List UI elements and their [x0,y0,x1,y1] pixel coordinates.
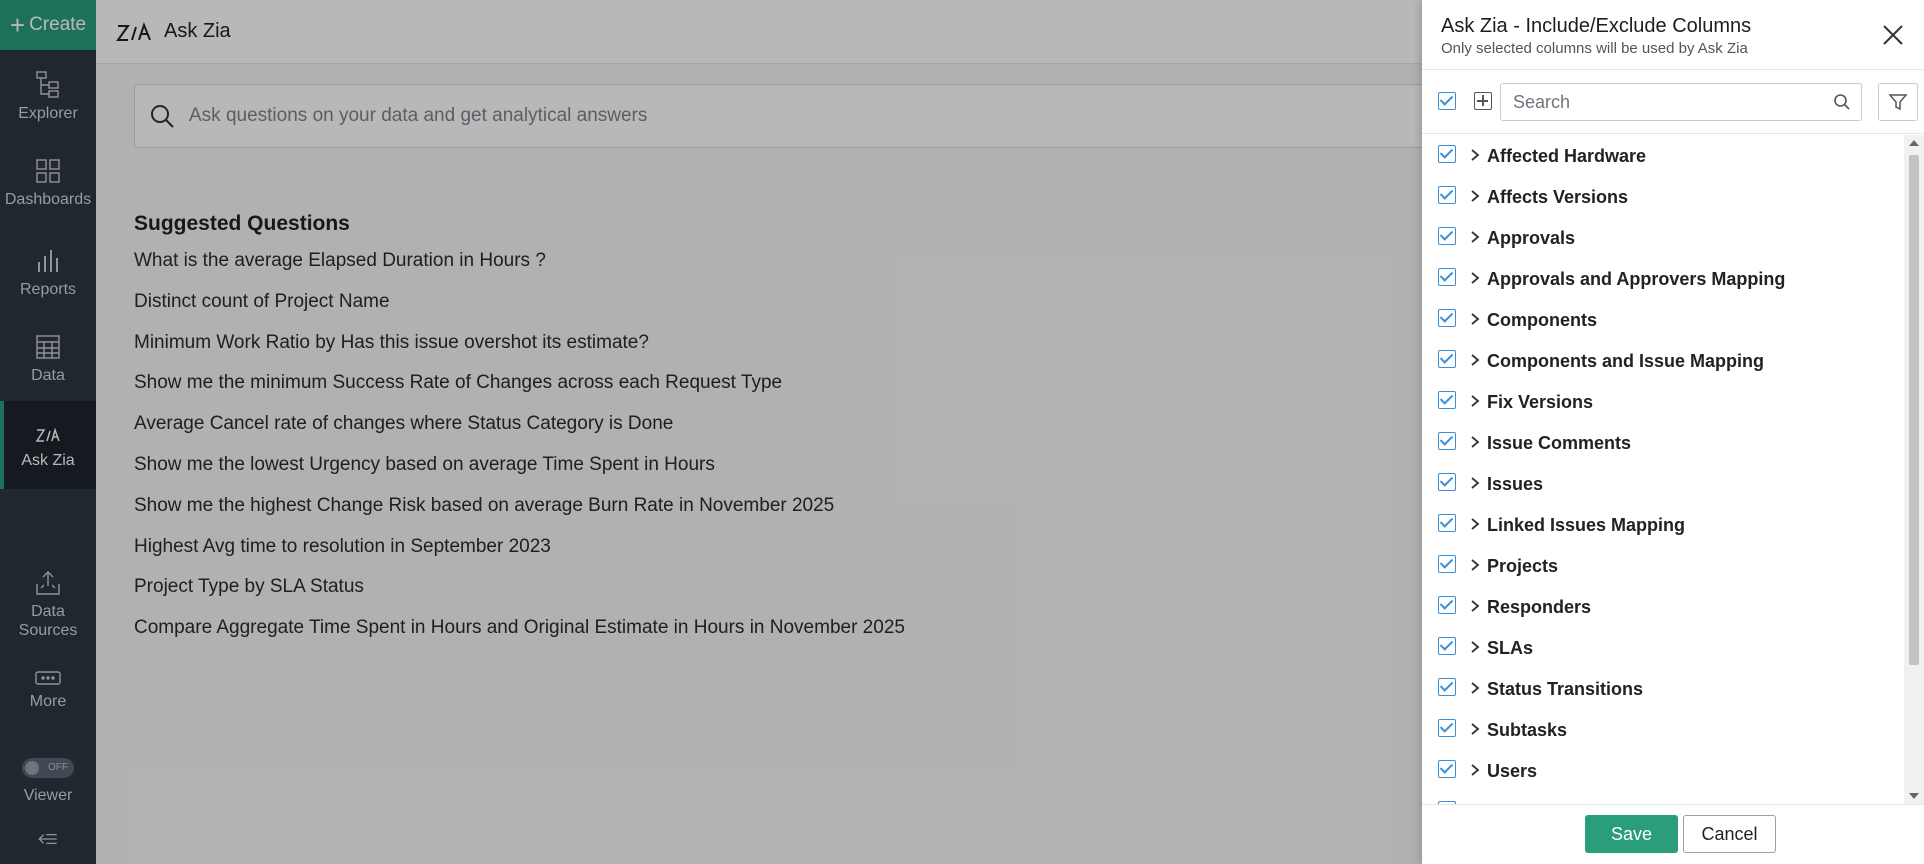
table-checkbox[interactable] [1438,473,1456,491]
table-name: Components and Issue Mapping [1487,351,1765,371]
scrollbar-thumb[interactable] [1909,155,1919,665]
list-item[interactable]: Approvals and Approvers Mapping [1422,258,1904,299]
table-name: Approvals [1487,228,1576,248]
chevron-right-icon[interactable] [1470,722,1480,736]
close-icon[interactable] [1880,22,1906,48]
chevron-right-icon[interactable] [1470,312,1480,326]
table-checkbox[interactable] [1438,637,1456,655]
chevron-right-icon[interactable] [1470,271,1480,285]
table-name: Linked Issues Mapping [1487,515,1686,535]
list-item-partial[interactable] [1422,791,1904,804]
panel-footer: Save Cancel [1422,804,1924,864]
table-checkbox[interactable] [1438,678,1456,696]
chevron-right-icon[interactable] [1470,558,1480,572]
include-exclude-columns-panel: Ask Zia - Include/Exclude Columns Only s… [1422,0,1924,864]
table-checkbox[interactable] [1438,514,1456,532]
table-checkbox[interactable] [1438,186,1456,204]
table-checkbox[interactable] [1438,432,1456,450]
chevron-right-icon[interactable] [1470,763,1480,777]
table-name: Approvals and Approvers Mapping [1487,269,1786,289]
table-name: SLAs [1487,638,1534,658]
scroll-up-icon[interactable] [1909,140,1919,146]
chevron-right-icon[interactable] [1470,435,1480,449]
scroll-down-icon[interactable] [1909,793,1919,799]
table-checkbox[interactable] [1438,719,1456,737]
table-name: Projects [1487,556,1559,576]
select-all-checkbox[interactable] [1438,92,1456,110]
table-name: Issues [1487,474,1544,494]
chevron-right-icon[interactable] [1470,476,1480,490]
table-checkbox[interactable] [1438,350,1456,368]
table-name: Issue Comments [1487,433,1632,453]
list-scrollbar[interactable] [1904,135,1924,804]
list-item[interactable]: Issues [1422,463,1904,504]
panel-subtitle: Only selected columns will be used by As… [1441,40,1748,57]
save-button[interactable]: Save [1585,815,1678,853]
search-icon [1834,94,1850,110]
list-item[interactable]: Status Transitions [1422,668,1904,709]
expand-all-icon[interactable] [1474,92,1492,110]
table-name: Affects Versions [1487,187,1629,207]
chevron-right-icon[interactable] [1470,599,1480,613]
chevron-right-icon[interactable] [1470,517,1480,531]
panel-header: Ask Zia - Include/Exclude Columns Only s… [1422,0,1924,70]
list-item[interactable]: Components and Issue Mapping [1422,340,1904,381]
table-checkbox[interactable] [1438,227,1456,245]
list-item[interactable]: Affects Versions [1422,176,1904,217]
list-item[interactable]: Projects [1422,545,1904,586]
table-name: Affected Hardware [1487,146,1647,166]
chevron-right-icon[interactable] [1470,189,1480,203]
panel-title: Ask Zia - Include/Exclude Columns [1441,15,1752,37]
filter-button[interactable] [1878,83,1918,121]
table-checkbox[interactable] [1438,145,1456,163]
table-checkbox[interactable] [1438,391,1456,409]
table-checkbox[interactable] [1438,555,1456,573]
table-name: Responders [1487,597,1592,617]
filter-icon [1888,94,1908,111]
table-list: Affected Hardware Affects Versions Appro… [1422,135,1904,804]
list-item[interactable]: Components [1422,299,1904,340]
list-item[interactable]: Affected Hardware [1422,135,1904,176]
chevron-right-icon[interactable] [1470,681,1480,695]
list-item[interactable]: Responders [1422,586,1904,627]
table-name: Status Transitions [1487,679,1644,699]
chevron-right-icon[interactable] [1470,148,1480,162]
list-item[interactable]: Linked Issues Mapping [1422,504,1904,545]
search-input[interactable] [1513,91,1813,113]
table-name: Fix Versions [1487,392,1594,412]
chevron-right-icon[interactable] [1470,394,1480,408]
list-item[interactable]: Issue Comments [1422,422,1904,463]
table-checkbox[interactable] [1438,268,1456,286]
list-item[interactable]: Users [1422,750,1904,791]
list-item[interactable]: Subtasks [1422,709,1904,750]
cancel-button[interactable]: Cancel [1683,815,1776,853]
table-name: Components [1487,310,1597,330]
table-name: Subtasks [1487,720,1568,740]
table-checkbox[interactable] [1438,760,1456,778]
chevron-right-icon[interactable] [1470,640,1480,654]
table-name: Users [1487,761,1538,781]
table-checkbox[interactable] [1438,309,1456,327]
list-item[interactable]: SLAs [1422,627,1904,668]
chevron-right-icon[interactable] [1470,353,1480,367]
panel-toolbar [1422,70,1924,134]
chevron-right-icon[interactable] [1470,230,1480,244]
table-checkbox[interactable] [1438,596,1456,614]
list-item[interactable]: Fix Versions [1422,381,1904,422]
column-search[interactable] [1500,83,1862,121]
list-item[interactable]: Approvals [1422,217,1904,258]
